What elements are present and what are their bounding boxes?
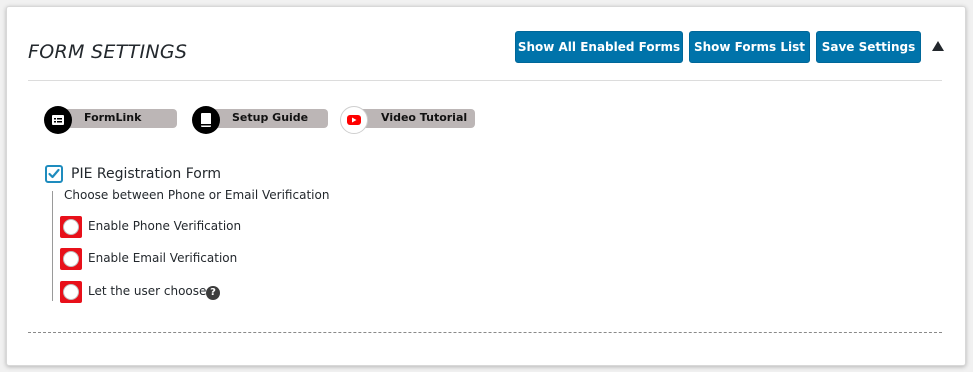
form-description: Choose between Phone or Email Verificati… (64, 188, 330, 202)
radio-circle (63, 219, 79, 235)
option-label: Let the user choose (88, 284, 207, 298)
video-tutorial-link[interactable]: Video Tutorial (340, 106, 475, 134)
page-title: FORM SETTINGS (28, 41, 188, 63)
show-all-enabled-forms-button[interactable]: Show All Enabled Forms (515, 31, 683, 63)
formlink-link[interactable]: FormLink (44, 106, 177, 134)
show-forms-list-button[interactable]: Show Forms List (689, 31, 810, 63)
form-settings-panel: FORM SETTINGS Show All Enabled Forms Sho… (6, 6, 966, 366)
checkmark-icon (48, 168, 60, 179)
youtube-icon (340, 106, 368, 134)
formlink-label: FormLink (84, 111, 142, 124)
enable-email-verification-option[interactable]: Enable Email Verification (60, 248, 260, 270)
enable-phone-verification-option[interactable]: Enable Phone Verification (60, 216, 260, 238)
option-label: Enable Phone Verification (88, 219, 242, 233)
phone-verification-radio[interactable] (60, 216, 82, 238)
options-indent-line (52, 191, 53, 301)
form-title: PIE Registration Form (71, 166, 222, 182)
form-icon (44, 106, 72, 134)
pie-registration-form-checkbox[interactable] (45, 165, 63, 183)
triangle-up-icon[interactable] (932, 41, 944, 53)
help-icon[interactable]: ? (206, 286, 220, 300)
video-tutorial-label: Video Tutorial (381, 111, 468, 124)
setup-guide-link[interactable]: Setup Guide (192, 106, 328, 134)
email-verification-radio[interactable] (60, 248, 82, 270)
let-user-choose-radio[interactable] (60, 281, 82, 303)
radio-circle (63, 251, 79, 267)
document-icon (192, 106, 220, 134)
save-settings-button[interactable]: Save Settings (816, 31, 921, 63)
option-label: Enable Email Verification (88, 251, 238, 265)
setup-guide-label: Setup Guide (232, 111, 309, 124)
radio-circle (63, 284, 79, 300)
settings-header: FORM SETTINGS Show All Enabled Forms Sho… (28, 31, 944, 81)
section-divider (28, 332, 942, 333)
let-user-choose-option[interactable]: Let the user choose (60, 281, 260, 303)
